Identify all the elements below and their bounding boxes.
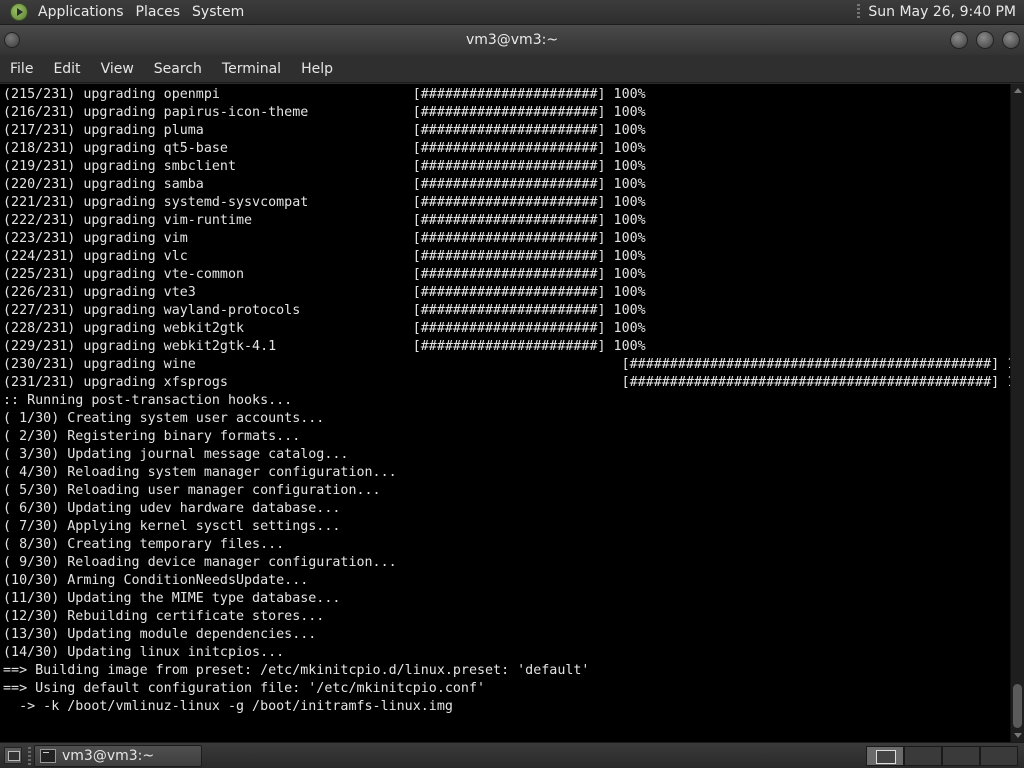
terminal-line: (228/231) upgrading webkit2gtk [########… — [3, 321, 646, 336]
terminal-line: (230/231) upgrading wine [##############… — [3, 357, 1010, 372]
show-desktop-icon[interactable] — [4, 747, 22, 764]
menu-help[interactable]: Help — [291, 55, 343, 83]
terminal-line: ( 7/30) Applying kernel sysctl settings.… — [3, 519, 341, 534]
workspace-4[interactable] — [980, 746, 1018, 766]
terminal-line: (218/231) upgrading qt5-base [##########… — [3, 141, 646, 156]
scrollbar-thumb[interactable] — [1013, 684, 1022, 728]
terminal-line: (227/231) upgrading wayland-protocols [#… — [3, 303, 646, 318]
terminal-line: (231/231) upgrading xfsprogs [##########… — [3, 375, 1010, 390]
terminal-line: (11/30) Updating the MIME type database.… — [3, 591, 341, 606]
taskbar-button-terminal[interactable]: vm3@vm3:~ — [34, 745, 202, 767]
terminal-line: (224/231) upgrading vlc [###############… — [3, 249, 646, 264]
terminal-line: :: Running post-transaction hooks... — [3, 393, 293, 408]
terminal-line: ==> Using default configuration file: '/… — [3, 681, 486, 696]
menu-search[interactable]: Search — [144, 55, 212, 83]
terminal-line: ( 4/30) Reloading system manager configu… — [3, 465, 397, 480]
terminal-line: (12/30) Rebuilding certificate stores... — [3, 609, 325, 624]
top-panel: Applications Places System Sun May 26, 9… — [0, 0, 1024, 25]
terminal-line: (223/231) upgrading vim [###############… — [3, 231, 646, 246]
panel-menu-places[interactable]: Places — [130, 0, 187, 25]
terminal-output[interactable]: (215/231) upgrading openmpi [###########… — [0, 84, 1010, 742]
terminal-lines: (215/231) upgrading openmpi [###########… — [3, 86, 1010, 716]
terminal-line: ( 6/30) Updating udev hardware database.… — [3, 501, 341, 516]
terminal-line: (215/231) upgrading openmpi [###########… — [3, 87, 646, 102]
menu-edit[interactable]: Edit — [43, 55, 90, 83]
close-button[interactable] — [1002, 31, 1020, 49]
terminal-line: ( 3/30) Updating journal message catalog… — [3, 447, 349, 462]
panel-menu-bar: Applications Places System — [0, 0, 250, 24]
terminal-line: (216/231) upgrading papirus-icon-theme [… — [3, 105, 646, 120]
terminal-line: (226/231) upgrading vte3 [##############… — [3, 285, 646, 300]
workspace-2[interactable] — [904, 746, 942, 766]
workspace-switcher — [866, 746, 1020, 766]
bottom-panel: vm3@vm3:~ — [0, 742, 1024, 768]
terminal-line: ==> Building image from preset: /etc/mki… — [3, 663, 590, 678]
terminal-line: (217/231) upgrading pluma [#############… — [3, 123, 646, 138]
panel-clock[interactable]: Sun May 26, 9:40 PM — [868, 4, 1024, 20]
terminal-menubar: File Edit View Search Terminal Help — [0, 55, 1024, 83]
workspace-3[interactable] — [942, 746, 980, 766]
workspace-1[interactable] — [866, 746, 904, 766]
terminal-line: ( 2/30) Registering binary formats... — [3, 429, 301, 444]
terminal-line: ( 9/30) Reloading device manager configu… — [3, 555, 397, 570]
terminal-line: (222/231) upgrading vim-runtime [#######… — [3, 213, 646, 228]
terminal-scrollbar[interactable] — [1010, 84, 1024, 742]
terminal-icon — [40, 749, 56, 763]
menu-view[interactable]: View — [91, 55, 144, 83]
terminal-line: (10/30) Arming ConditionNeedsUpdate... — [3, 573, 309, 588]
menu-terminal[interactable]: Terminal — [212, 55, 291, 83]
menu-file[interactable]: File — [0, 55, 43, 83]
terminal-line: ( 1/30) Creating system user accounts... — [3, 411, 325, 426]
terminal-line: (219/231) upgrading smbclient [#########… — [3, 159, 646, 174]
terminal-line: (220/231) upgrading samba [#############… — [3, 177, 646, 192]
terminal-line: (229/231) upgrading webkit2gtk-4.1 [####… — [3, 339, 646, 354]
panel-menu-applications[interactable]: Applications — [32, 0, 130, 25]
terminal-line: -> -k /boot/vmlinuz-linux -g /boot/initr… — [3, 699, 453, 714]
window-titlebar[interactable]: vm3@vm3:~ — [0, 25, 1024, 55]
applications-menu-icon[interactable] — [10, 3, 28, 21]
terminal-line: ( 8/30) Creating temporary files... — [3, 537, 285, 552]
terminal-line: (14/30) Updating linux initcpios... — [3, 645, 285, 660]
terminal-line: (225/231) upgrading vte-common [########… — [3, 267, 646, 282]
panel-menu-system[interactable]: System — [186, 0, 250, 25]
terminal-line: (221/231) upgrading systemd-sysvcompat [… — [3, 195, 646, 210]
scroll-down-icon[interactable] — [1014, 733, 1022, 738]
panel-grip-icon[interactable] — [857, 4, 861, 20]
window-title: vm3@vm3:~ — [465, 32, 559, 48]
terminal-line: (13/30) Updating module dependencies... — [3, 627, 317, 642]
minimize-button[interactable] — [950, 31, 968, 49]
maximize-button[interactable] — [976, 31, 994, 49]
taskbar-label: vm3@vm3:~ — [62, 748, 155, 764]
scroll-up-icon[interactable] — [1014, 88, 1022, 93]
terminal-line: ( 5/30) Reloading user manager configura… — [3, 483, 381, 498]
panel-separator — [28, 747, 31, 765]
